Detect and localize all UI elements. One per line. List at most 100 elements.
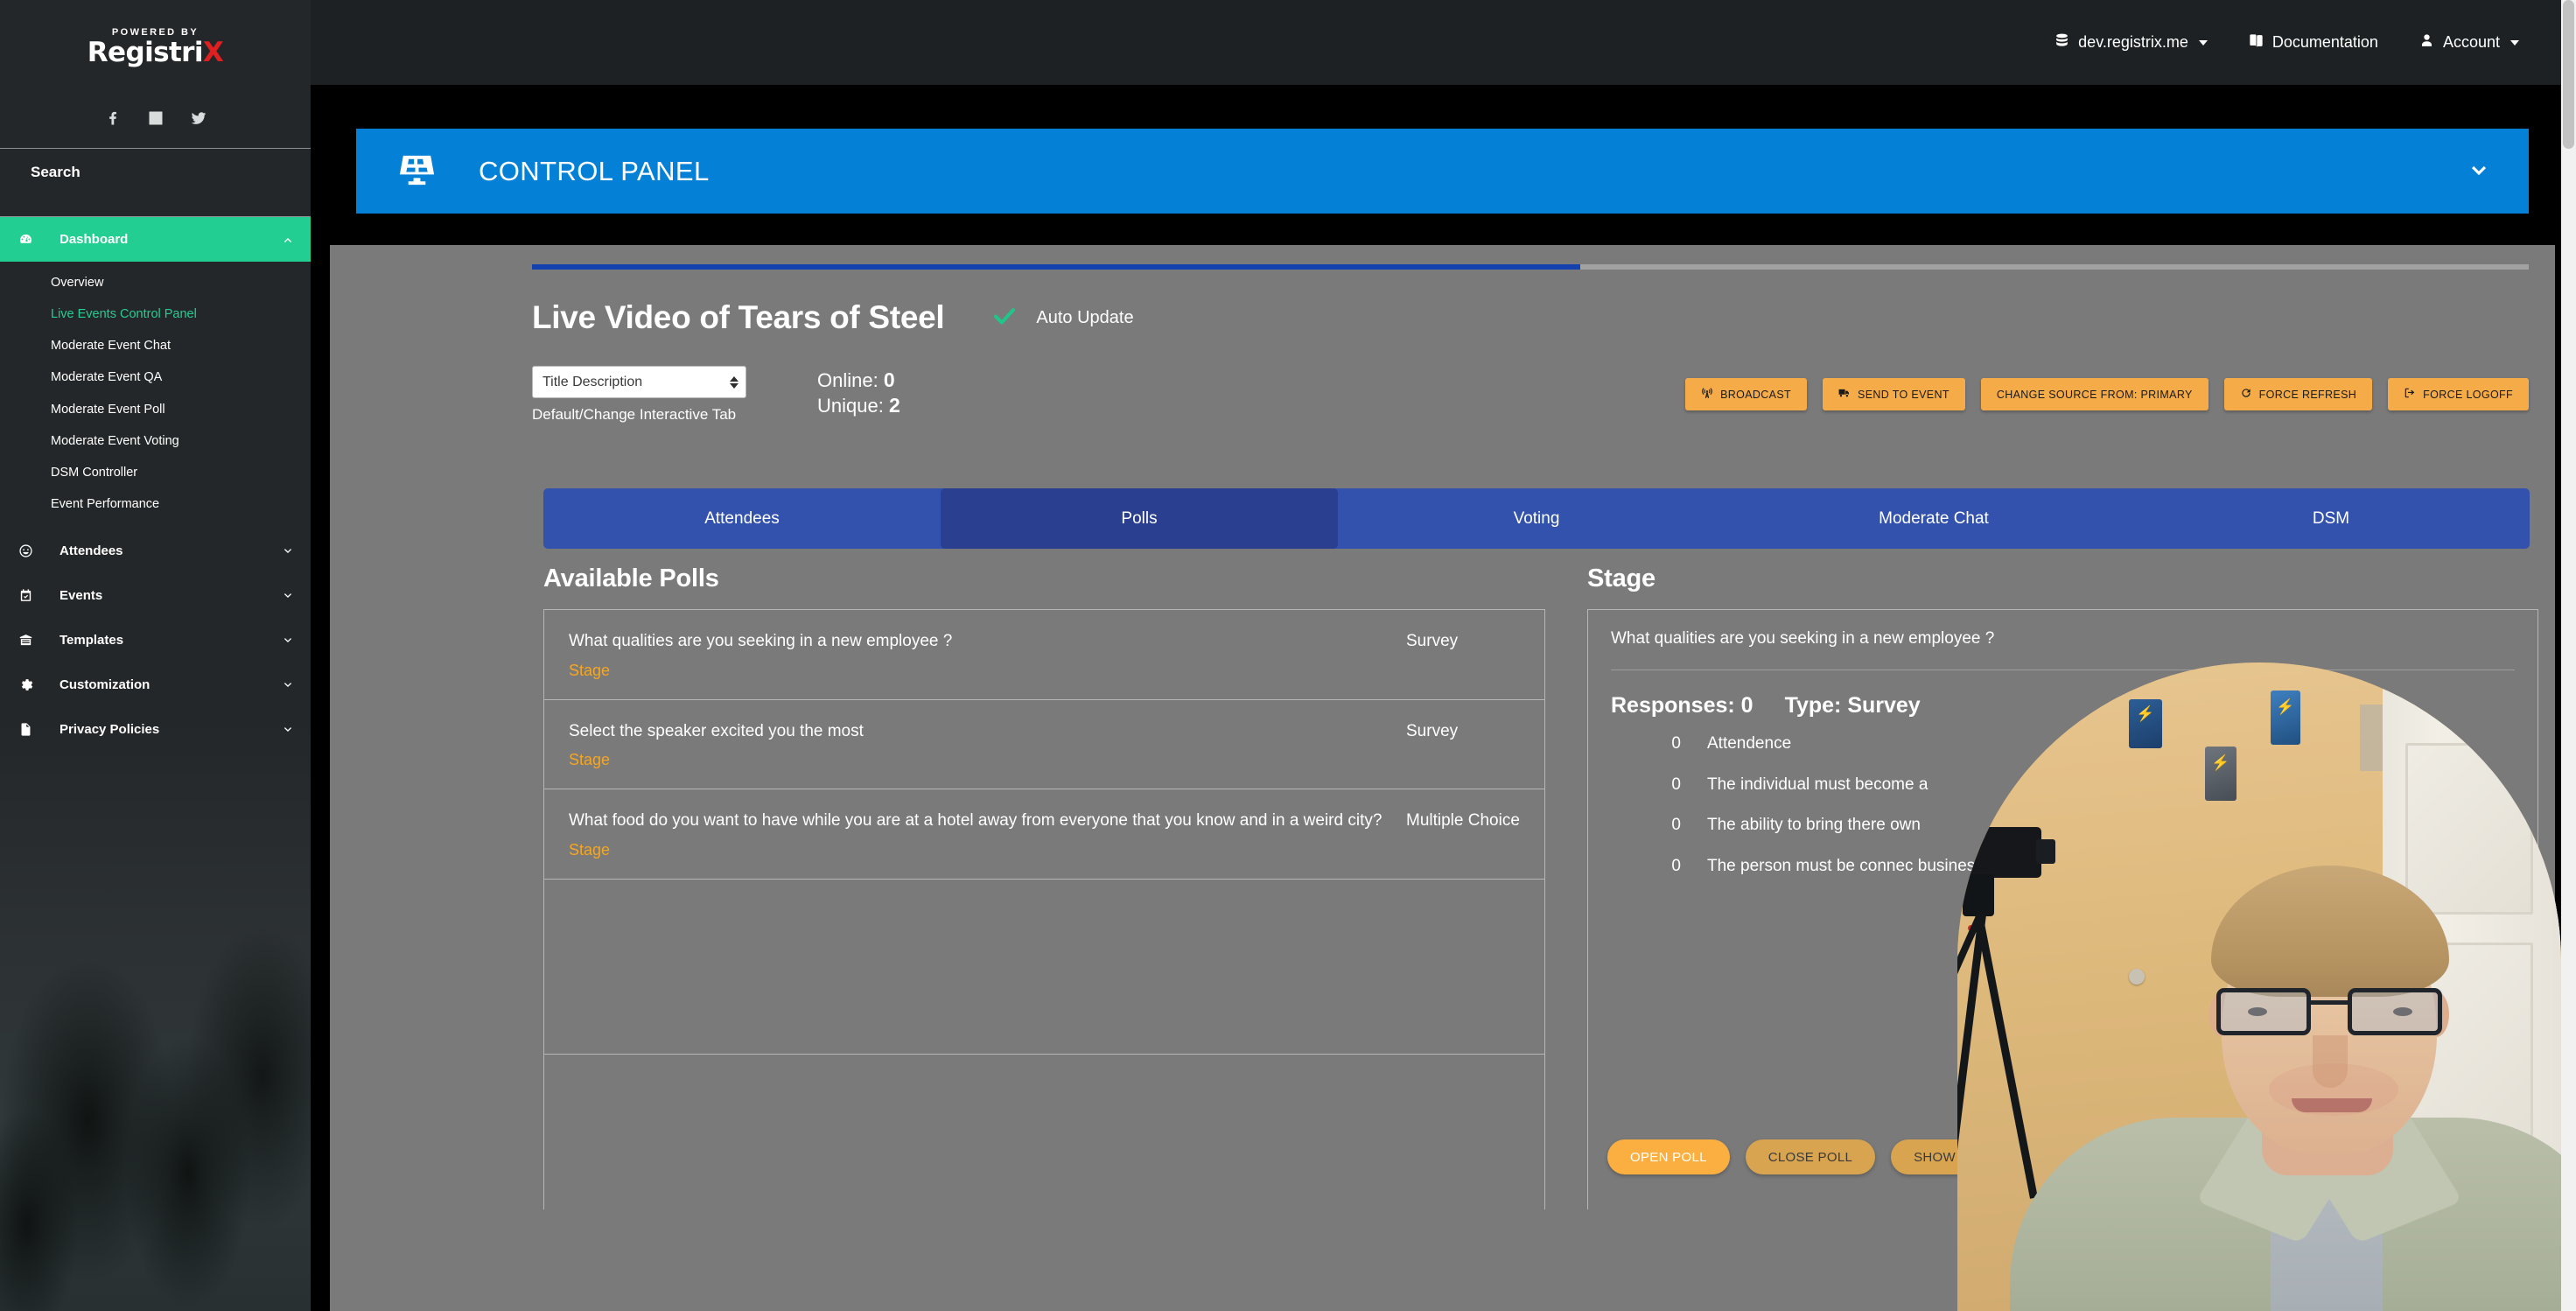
sidebar-item-dsm-controller[interactable]: DSM Controller [0, 457, 311, 488]
unique-value: 2 [889, 394, 900, 417]
poll-stage-link[interactable]: Stage [569, 751, 1389, 769]
scrollbar-thumb[interactable] [2563, 0, 2574, 149]
topbar-item-documentation[interactable]: Documentation [2248, 32, 2378, 53]
chevron-down-icon[interactable] [281, 634, 295, 647]
online-value: 0 [884, 368, 895, 391]
page-title: CONTROL PANEL [479, 156, 2464, 187]
sidebar-item-event-performance[interactable]: Event Performance [0, 488, 311, 520]
check-icon [991, 303, 1018, 333]
gear-icon [12, 677, 38, 692]
video-wall-magnet: ⚡ [2129, 699, 2162, 748]
poll-list-item[interactable]: What food do you want to have while you … [544, 789, 1544, 880]
page-scrollbar[interactable] [2561, 0, 2576, 1311]
sidebar-item-overview[interactable]: Overview [0, 267, 311, 298]
unique-stat: Unique: 2 [817, 393, 900, 418]
online-stat: Online: 0 [817, 368, 900, 393]
poll-list-item[interactable]: Select the speaker excited you the most … [544, 700, 1544, 790]
topbar-documentation-label: Documentation [2272, 33, 2378, 52]
sidebar-group-dashboard[interactable]: Dashboard [0, 217, 311, 262]
sidebar-subnav-dashboard: Overview Live Events Control Panel Moder… [0, 262, 311, 529]
poll-list-item[interactable]: What qualities are you seeking in a new … [544, 610, 1544, 700]
stage-option-count: 0 [1611, 732, 1707, 757]
tab-moderate-chat[interactable]: Moderate Chat [1735, 488, 2132, 549]
database-icon [2054, 32, 2070, 53]
sidebar-group-templates[interactable]: Templates [0, 618, 311, 663]
chevron-down-icon[interactable] [281, 545, 295, 557]
send-to-event-button[interactable]: SEND TO EVENT [1823, 378, 1965, 410]
tab-attendees[interactable]: Attendees [543, 488, 941, 549]
poll-list-empty-row [544, 880, 1544, 1055]
sidebar-group-events[interactable]: Events [0, 573, 311, 618]
calendar-check-icon [12, 588, 38, 603]
twitter-icon[interactable] [189, 109, 208, 128]
presenter-nose [2313, 1035, 2348, 1088]
interactive-tab-select[interactable]: Title Description [532, 366, 746, 398]
lightning-bolt-icon: ⚡ [2276, 698, 2294, 716]
sidebar-item-moderate-event-voting[interactable]: Moderate Event Voting [0, 425, 311, 457]
facebook-icon[interactable] [103, 109, 122, 128]
search-section-label[interactable]: Search [0, 149, 311, 196]
refresh-icon [2240, 387, 2252, 402]
sidebar-item-moderate-event-qa[interactable]: Moderate Event QA [0, 361, 311, 393]
archive-icon [12, 633, 38, 648]
poll-stage-link[interactable]: Stage [569, 662, 1389, 680]
sidebar: POWERED BY RegistriX Search [0, 0, 311, 1311]
poll-question: Select the speaker excited you the most [569, 719, 1389, 745]
video-wall-magnet: ⚡ [2205, 747, 2236, 801]
poll-type: Survey [1406, 629, 1522, 680]
sidebar-group-attendees[interactable]: Attendees [0, 529, 311, 573]
chevron-down-icon[interactable] [281, 590, 295, 602]
sidebar-group-label: Templates [38, 633, 281, 648]
dashboard-gauge-icon [12, 232, 38, 247]
lightning-bolt-icon: ⚡ [2211, 754, 2230, 772]
broadcast-button[interactable]: BROADCAST [1685, 378, 1807, 410]
poll-type: Survey [1406, 719, 1522, 770]
brand-logo[interactable]: POWERED BY RegistriX [0, 0, 311, 95]
change-source-button[interactable]: CHANGE SOURCE FROM: PRIMARY [1981, 378, 2208, 410]
video-presenter [2062, 829, 2552, 1311]
sidebar-item-moderate-event-chat[interactable]: Moderate Event Chat [0, 330, 311, 361]
eyeglass-lens-right [2348, 988, 2442, 1035]
chevron-up-icon[interactable] [281, 234, 295, 246]
sidebar-item-live-events-control-panel[interactable]: Live Events Control Panel [0, 298, 311, 330]
broadcast-button-label: BROADCAST [1720, 389, 1791, 401]
tab-voting[interactable]: Voting [1338, 488, 1735, 549]
send-to-event-button-label: SEND TO EVENT [1858, 389, 1950, 401]
topbar-item-tenant[interactable]: dev.registrix.me [2054, 32, 2208, 53]
tab-dsm[interactable]: DSM [2132, 488, 2530, 549]
auto-update-label: Auto Update [1036, 308, 1133, 328]
video-overlay-webcam[interactable]: ⚡ ⚡ ⚡ [1957, 663, 2561, 1311]
chevron-down-icon[interactable] [2464, 160, 2494, 183]
force-refresh-button[interactable]: FORCE REFRESH [2224, 378, 2373, 410]
close-poll-button[interactable]: CLOSE POLL [1746, 1139, 1875, 1174]
sidebar-group-privacy-policies[interactable]: Privacy Policies [0, 707, 311, 752]
open-poll-button[interactable]: OPEN POLL [1607, 1139, 1730, 1174]
social-links [0, 95, 311, 128]
stage-type-label: Type: Survey [1785, 693, 1921, 719]
stage-heading: Stage [1587, 564, 2538, 593]
chevron-down-icon[interactable] [281, 679, 295, 691]
stage-option-count: 0 [1611, 773, 1707, 798]
auto-update-toggle[interactable]: Auto Update [991, 303, 1133, 333]
sidebar-group-customization[interactable]: Customization [0, 663, 311, 707]
linkedin-icon[interactable] [146, 109, 165, 128]
video-wall-magnet: ⚡ [2271, 691, 2300, 745]
control-panel-header[interactable]: CONTROL PANEL [356, 129, 2529, 214]
chevron-down-icon[interactable] [281, 724, 295, 736]
force-logoff-button[interactable]: FORCE LOGOFF [2388, 378, 2529, 410]
tab-polls[interactable]: Polls [941, 488, 1338, 549]
online-label: Online: [817, 369, 878, 391]
interactive-tabs: Attendees Polls Voting Moderate Chat DSM [543, 488, 2530, 549]
interactive-tab-help-text: Default/Change Interactive Tab [532, 406, 746, 424]
connection-stats: Online: 0 Unique: 2 [817, 368, 900, 418]
event-progress-fill [532, 264, 1580, 270]
unique-label: Unique: [817, 395, 884, 417]
poll-stage-link[interactable]: Stage [569, 841, 1389, 859]
poll-type: Multiple Choice [1406, 809, 1522, 859]
presenter-hair [2211, 866, 2449, 997]
topbar-item-account[interactable]: Account [2418, 32, 2519, 53]
control-row: Title Description Default/Change Interac… [532, 366, 2529, 462]
topbar-account-label: Account [2443, 33, 2500, 52]
sidebar-item-moderate-event-poll[interactable]: Moderate Event Poll [0, 394, 311, 425]
force-refresh-button-label: FORCE REFRESH [2259, 389, 2357, 401]
